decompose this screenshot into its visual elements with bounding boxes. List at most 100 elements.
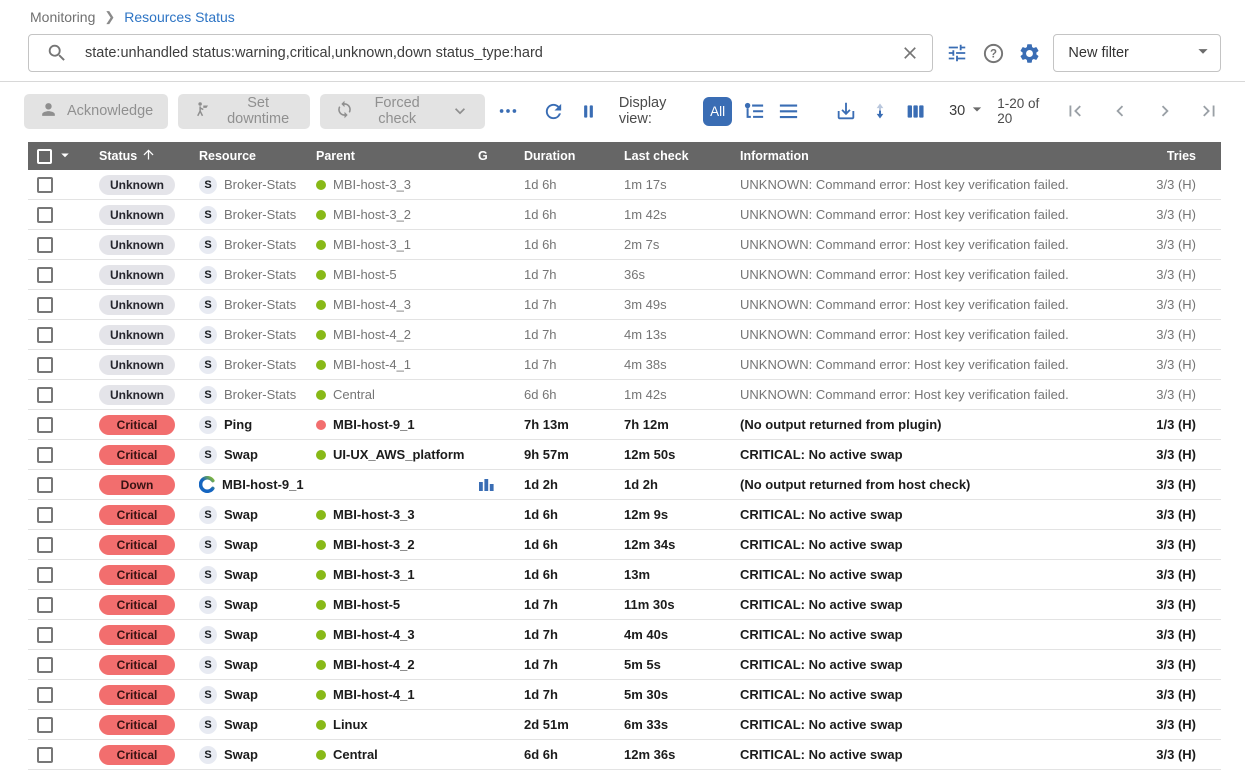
row-checkbox[interactable] (37, 297, 53, 313)
table-row[interactable]: DownMBI-host-9_11d 2h1d 2h(No output ret… (28, 470, 1221, 500)
column-header-duration[interactable]: Duration (524, 149, 624, 163)
parent-name: MBI-host-3_3 (333, 507, 415, 522)
select-options-chevron-icon[interactable] (56, 146, 74, 167)
tries-value: 3/3 (H) (1125, 747, 1221, 762)
last-check-value: 1d 2h (624, 477, 740, 492)
row-checkbox[interactable] (37, 357, 53, 373)
parent-status-dot (316, 360, 326, 370)
row-checkbox[interactable] (37, 597, 53, 613)
column-header-graph[interactable]: G (478, 149, 524, 163)
tune-filters-icon[interactable] (944, 39, 969, 67)
table-row[interactable]: UnknownSBroker-StatsCentral6d 6h1m 42sUN… (28, 380, 1221, 410)
last-check-value: 5m 5s (624, 657, 740, 672)
duration-value: 1d 6h (524, 507, 624, 522)
table-row[interactable]: CriticalSSwapUI-UX_AWS_platform9h 57m12m… (28, 440, 1221, 470)
tries-value: 3/3 (H) (1125, 477, 1221, 492)
row-checkbox[interactable] (37, 387, 53, 403)
search-row: ? New filter (28, 34, 1221, 72)
table-row[interactable]: UnknownSBroker-StatsMBI-host-3_21d 6h1m … (28, 200, 1221, 230)
sort-order-icon[interactable] (868, 97, 893, 125)
chevron-down-icon[interactable] (450, 101, 470, 121)
row-checkbox[interactable] (37, 717, 53, 733)
table-row[interactable]: CriticalSSwapMBI-host-3_11d 6h13mCRITICA… (28, 560, 1221, 590)
table-row[interactable]: CriticalSSwapLinux2d 51m6m 33sCRITICAL: … (28, 710, 1221, 740)
parent-name: MBI-host-4_2 (333, 327, 411, 342)
service-icon: S (199, 416, 217, 434)
clear-search-icon[interactable] (896, 39, 924, 67)
row-checkbox[interactable] (37, 477, 53, 493)
duration-value: 1d 7h (524, 357, 624, 372)
row-checkbox[interactable] (37, 507, 53, 523)
table-row[interactable]: UnknownSBroker-StatsMBI-host-51d 7h36sUN… (28, 260, 1221, 290)
breadcrumb-page[interactable]: Resources Status (124, 9, 235, 25)
view-all-button[interactable]: All (703, 97, 732, 126)
tries-value: 3/3 (H) (1125, 207, 1221, 222)
tree-view-icon[interactable] (742, 97, 767, 125)
row-checkbox[interactable] (37, 627, 53, 643)
last-check-value: 11m 30s (624, 597, 740, 612)
column-header-last-check[interactable]: Last check (624, 149, 740, 163)
export-download-icon[interactable] (834, 97, 859, 125)
help-icon[interactable]: ? (980, 39, 1005, 67)
refresh-icon[interactable] (542, 97, 567, 125)
table-row[interactable]: CriticalSSwapMBI-host-4_21d 7h5m 5sCRITI… (28, 650, 1221, 680)
select-all-checkbox[interactable] (37, 149, 52, 164)
search-box[interactable] (28, 34, 933, 72)
row-checkbox[interactable] (37, 417, 53, 433)
row-checkbox[interactable] (37, 267, 53, 283)
last-page-icon[interactable] (1198, 97, 1221, 125)
table-row[interactable]: CriticalSSwapMBI-host-51d 7h11m 30sCRITI… (28, 590, 1221, 620)
table-row[interactable]: CriticalSSwapMBI-host-4_11d 7h5m 30sCRIT… (28, 680, 1221, 710)
tries-value: 3/3 (H) (1125, 507, 1221, 522)
breadcrumb-section[interactable]: Monitoring (30, 9, 95, 25)
parent-name: MBI-host-4_3 (333, 297, 411, 312)
row-checkbox[interactable] (37, 447, 53, 463)
status-badge: Unknown (99, 295, 175, 315)
row-checkbox[interactable] (37, 237, 53, 253)
table-row[interactable]: CriticalSSwapMBI-host-4_31d 7h4m 40sCRIT… (28, 620, 1221, 650)
row-checkbox[interactable] (37, 537, 53, 553)
resource-name: Broker-Stats (224, 297, 296, 312)
previous-page-icon[interactable] (1108, 97, 1131, 125)
column-header-information[interactable]: Information (740, 149, 1125, 163)
row-checkbox[interactable] (37, 687, 53, 703)
parent-status-dot (316, 300, 326, 310)
more-actions-icon[interactable] (495, 97, 520, 125)
row-checkbox[interactable] (37, 177, 53, 193)
set-downtime-button[interactable]: Set downtime (178, 94, 310, 129)
table-row[interactable]: CriticalSSwapCentral6d 6h12m 36sCRITICAL… (28, 740, 1221, 770)
row-checkbox[interactable] (37, 747, 53, 763)
acknowledge-button[interactable]: Acknowledge (24, 94, 168, 129)
row-checkbox[interactable] (37, 567, 53, 583)
last-check-value: 12m 50s (624, 447, 740, 462)
column-header-resource[interactable]: Resource (199, 149, 316, 163)
forced-check-button[interactable]: Forced check (320, 94, 485, 129)
search-input[interactable] (85, 45, 896, 61)
service-icon: S (199, 176, 217, 194)
rows-per-page-select[interactable]: 30 (949, 99, 987, 123)
next-page-icon[interactable] (1153, 97, 1176, 125)
row-checkbox[interactable] (37, 657, 53, 673)
table-row[interactable]: CriticalSSwapMBI-host-3_21d 6h12m 34sCRI… (28, 530, 1221, 560)
table-row[interactable]: UnknownSBroker-StatsMBI-host-4_21d 7h4m … (28, 320, 1221, 350)
column-header-tries[interactable]: Tries (1125, 149, 1221, 163)
table-row[interactable]: UnknownSBroker-StatsMBI-host-4_31d 7h3m … (28, 290, 1221, 320)
resource-name: MBI-host-9_1 (222, 477, 304, 492)
list-view-icon[interactable] (777, 97, 802, 125)
saved-filter-select[interactable]: New filter (1053, 34, 1221, 72)
table-row[interactable]: UnknownSBroker-StatsMBI-host-3_11d 6h2m … (28, 230, 1221, 260)
graph-icon[interactable] (478, 477, 495, 492)
row-checkbox[interactable] (37, 327, 53, 343)
row-checkbox[interactable] (37, 207, 53, 223)
table-row[interactable]: CriticalSPingMBI-host-9_17h 13m7h 12m(No… (28, 410, 1221, 440)
pause-icon[interactable] (576, 97, 601, 125)
parent-status-dot (316, 570, 326, 580)
table-row[interactable]: CriticalSSwapMBI-host-3_31d 6h12m 9sCRIT… (28, 500, 1221, 530)
column-header-parent[interactable]: Parent (316, 149, 478, 163)
first-page-icon[interactable] (1064, 97, 1087, 125)
table-row[interactable]: UnknownSBroker-StatsMBI-host-4_11d 7h4m … (28, 350, 1221, 380)
settings-gear-icon[interactable] (1017, 39, 1042, 67)
table-row[interactable]: UnknownSBroker-StatsMBI-host-3_31d 6h1m … (28, 170, 1221, 200)
columns-icon[interactable] (903, 97, 928, 125)
column-header-status[interactable]: Status (99, 147, 199, 165)
